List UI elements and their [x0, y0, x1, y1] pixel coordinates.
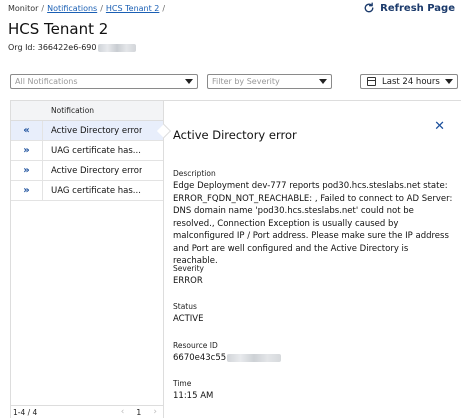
breadcrumb-notifications[interactable]: Notifications: [47, 4, 97, 13]
time-range-select[interactable]: Last 24 hours: [360, 74, 458, 89]
refresh-page-button[interactable]: Refresh Page: [363, 2, 455, 14]
org-id-label: Org Id:: [8, 43, 36, 52]
next-page-icon[interactable]: ›: [153, 407, 157, 417]
chevron-down-icon: [445, 79, 453, 84]
list-item-label: UAG certificate has...: [51, 185, 141, 196]
page-number: 1: [136, 407, 142, 417]
redacted-blur: [98, 43, 137, 52]
chevron-down-icon: [319, 79, 327, 84]
refresh-page-label: Refresh Page: [380, 2, 455, 14]
pagination: ‹ 1 ›: [121, 407, 157, 417]
refresh-icon: [364, 2, 374, 13]
list-item-label: UAG certificate has...: [51, 145, 141, 156]
resource-id-value: 6670e43c55: [173, 352, 455, 365]
notification-detail: Active Directory error ✕ Description Edg…: [164, 101, 461, 418]
severity-filter-select[interactable]: Filter by Severity: [207, 74, 332, 89]
breadcrumb-separator: /: [41, 4, 45, 13]
status-label: Status: [173, 302, 197, 311]
calendar-icon: [367, 77, 376, 86]
org-id-value: 366422e6-690: [37, 43, 97, 52]
expand-icon[interactable]: »: [11, 161, 43, 180]
list-item-label: Active Directory error: [51, 165, 143, 176]
list-item[interactable]: » Active Directory error: [11, 161, 163, 181]
list-item[interactable]: » UAG certificate has...: [11, 141, 163, 161]
breadcrumb-monitor[interactable]: Monitor: [8, 4, 38, 13]
org-id: Org Id: 366422e6-690: [8, 43, 137, 52]
breadcrumb-tenant[interactable]: HCS Tenant 2: [106, 4, 159, 13]
redacted-blur: [227, 353, 282, 362]
notification-list: Notification « Active Directory error » …: [10, 101, 164, 418]
description-value: Edge Deployment dev-777 reports pod30.hc…: [173, 181, 453, 266]
description-label: Description: [173, 169, 216, 178]
list-item-label: Active Directory error: [51, 125, 143, 136]
resource-id-label: Resource ID: [173, 341, 218, 350]
severity-filter-placeholder: Filter by Severity: [212, 77, 280, 86]
detail-title: Active Directory error: [173, 128, 297, 142]
resource-id-text: 6670e43c55: [173, 353, 227, 363]
close-icon[interactable]: ✕: [434, 119, 445, 134]
time-range-value: Last 24 hours: [382, 76, 440, 87]
breadcrumb: Monitor / Notifications / HCS Tenant 2/: [8, 4, 168, 13]
page-title: HCS Tenant 2: [8, 20, 109, 38]
chevron-down-icon: [185, 79, 193, 84]
expand-icon[interactable]: »: [11, 181, 43, 200]
prev-page-icon[interactable]: ‹: [121, 407, 125, 417]
time-label: Time: [173, 379, 192, 388]
breadcrumb-separator: /: [100, 4, 103, 13]
expand-icon[interactable]: »: [11, 141, 43, 160]
list-item[interactable]: « Active Directory error: [11, 121, 163, 141]
list-column-header: Notification: [11, 101, 163, 121]
severity-value: ERROR: [173, 276, 203, 286]
time-value: 11:15 AM: [173, 391, 214, 401]
notifications-filter-select[interactable]: All Notifications: [10, 74, 198, 89]
notifications-filter-placeholder: All Notifications: [15, 77, 78, 86]
list-item[interactable]: » UAG certificate has...: [11, 181, 163, 201]
notifications-panel: Notification « Active Directory error » …: [10, 100, 461, 418]
severity-label: Severity: [173, 264, 204, 273]
collapse-icon[interactable]: «: [11, 121, 43, 140]
list-range-count: 1-4 / 4: [13, 408, 38, 417]
list-footer: 1-4 / 4 ‹ 1 ›: [11, 405, 163, 418]
status-value: ACTIVE: [173, 314, 204, 324]
breadcrumb-separator: /: [162, 4, 166, 13]
